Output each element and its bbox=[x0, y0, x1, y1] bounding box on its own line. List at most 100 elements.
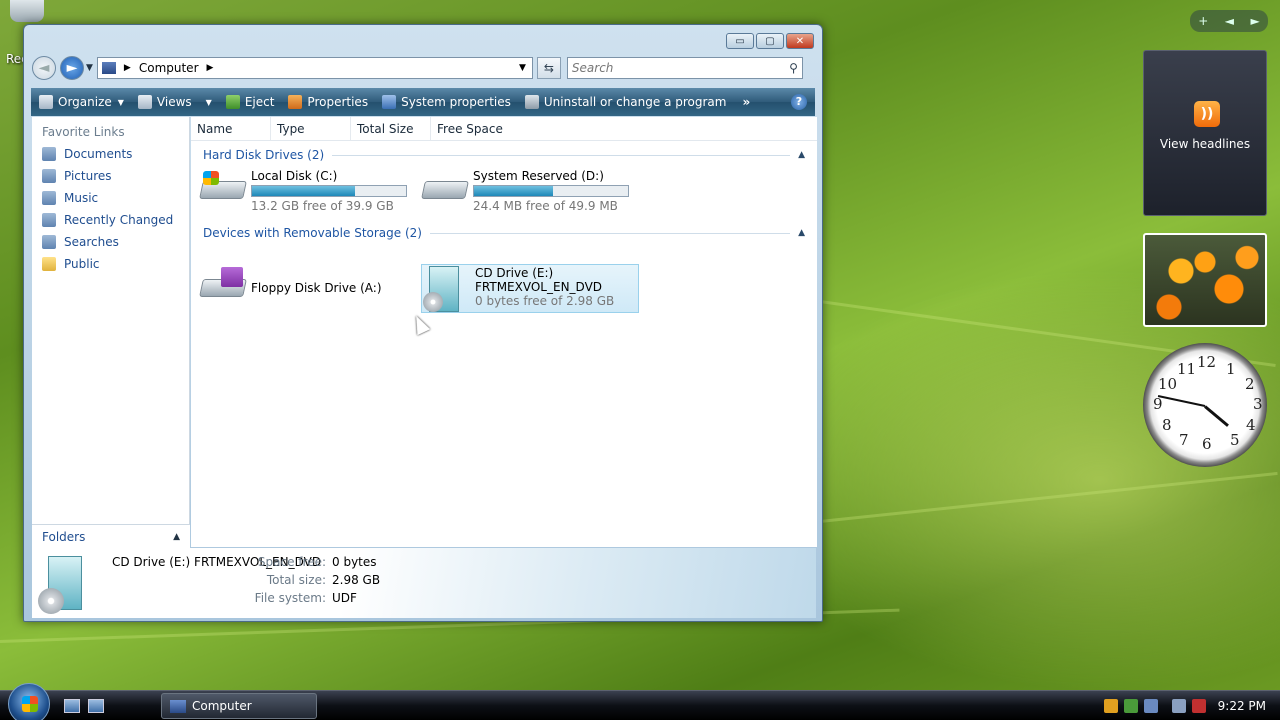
update-icon[interactable] bbox=[1123, 699, 1138, 713]
column-header-type[interactable]: Type bbox=[271, 117, 351, 140]
tray-app-icon[interactable] bbox=[1143, 699, 1158, 713]
group-header-hard-disks[interactable]: Hard Disk Drives (2) ▲ bbox=[203, 145, 805, 165]
sidebar-item-music[interactable]: Music bbox=[32, 187, 189, 209]
recently-changed-icon bbox=[42, 213, 56, 227]
group-header-removable[interactable]: Devices with Removable Storage (2) ▲ bbox=[203, 223, 805, 243]
column-header-total-size[interactable]: Total Size bbox=[351, 117, 431, 140]
recycle-bin-icon bbox=[10, 0, 44, 22]
sidebar-item-searches[interactable]: Searches bbox=[32, 231, 189, 253]
breadcrumb-arrow-icon[interactable]: ▶ bbox=[207, 63, 214, 73]
clock-gadget[interactable]: 12 1 2 3 4 5 6 7 8 9 10 11 bbox=[1143, 343, 1267, 467]
file-list: Name Type Total Size Free Space Hard Dis… bbox=[191, 117, 817, 547]
properties-button[interactable]: Properties bbox=[288, 95, 368, 109]
start-button[interactable] bbox=[8, 683, 50, 720]
column-header-free-space[interactable]: Free Space bbox=[431, 117, 511, 140]
recent-pages-dropdown[interactable]: ▼ bbox=[86, 63, 93, 73]
eject-icon bbox=[225, 95, 240, 109]
eject-button[interactable]: Eject bbox=[225, 95, 275, 109]
previous-gadget-page-button[interactable]: ◄ bbox=[1225, 14, 1234, 28]
help-icon[interactable]: ? bbox=[791, 94, 807, 110]
maximize-button[interactable]: ▢ bbox=[756, 33, 784, 49]
next-gadget-page-button[interactable]: ► bbox=[1251, 14, 1260, 28]
taskbar-button-computer[interactable]: Computer bbox=[161, 693, 317, 719]
chevron-up-icon: ▲ bbox=[173, 531, 180, 542]
sidebar-item-label: Recently Changed bbox=[64, 213, 174, 227]
volume-muted-icon[interactable] bbox=[1191, 699, 1206, 713]
drive-label: FRTMEXVOL_EN_DVD bbox=[475, 280, 603, 294]
clock-time[interactable]: 9:22 PM bbox=[1218, 699, 1266, 713]
minimize-button[interactable]: ▭ bbox=[726, 33, 754, 49]
collapse-icon[interactable]: ▲ bbox=[798, 150, 805, 160]
system-properties-button[interactable]: System properties bbox=[382, 95, 511, 109]
details-key: File system: bbox=[254, 591, 326, 605]
back-button[interactable]: ◄ bbox=[32, 56, 56, 80]
drive-name: CD Drive (E:) bbox=[475, 266, 554, 280]
clock-numeral: 5 bbox=[1230, 431, 1240, 449]
drive-name: Local Disk (C:) bbox=[251, 169, 338, 183]
sidebar-item-recently-changed[interactable]: Recently Changed bbox=[32, 209, 189, 231]
views-button[interactable]: Views ▼ bbox=[137, 95, 212, 109]
search-icon[interactable]: ⚲ bbox=[789, 61, 798, 75]
slideshow-gadget[interactable] bbox=[1143, 233, 1267, 327]
clock-numeral: 1 bbox=[1226, 360, 1236, 378]
taskbar: Computer 9:22 PM bbox=[0, 683, 1280, 720]
properties-icon bbox=[288, 95, 303, 109]
chevron-down-icon: ▼ bbox=[205, 97, 212, 107]
details-key: Space free: bbox=[257, 555, 326, 569]
taskbar-button-label: Computer bbox=[192, 699, 252, 713]
sidebar-item-label: Music bbox=[64, 191, 99, 205]
pictures-icon bbox=[42, 169, 56, 183]
drive-name: System Reserved (D:) bbox=[473, 169, 604, 183]
group-label: Hard Disk Drives (2) bbox=[203, 148, 325, 162]
security-shield-icon[interactable] bbox=[1103, 699, 1118, 713]
clock-numeral: 6 bbox=[1202, 435, 1212, 453]
breadcrumb-computer[interactable]: Computer bbox=[139, 61, 199, 75]
address-bar[interactable]: ▶ Computer ▶ ▼ bbox=[96, 57, 533, 79]
details-file-system: File system: UDF bbox=[246, 591, 357, 605]
usage-bar bbox=[473, 185, 629, 197]
details-value: 0 bytes bbox=[332, 555, 377, 569]
sidebar-item-pictures[interactable]: Pictures bbox=[32, 165, 189, 187]
drive-d[interactable]: System Reserved (D:) 24.4 MB free of 49.… bbox=[421, 169, 629, 213]
notification-area: 9:22 PM bbox=[1103, 691, 1280, 720]
eject-label: Eject bbox=[244, 95, 275, 109]
organize-button[interactable]: Organize ▼ bbox=[39, 95, 124, 109]
uninstall-icon bbox=[524, 95, 539, 109]
details-value: 2.98 GB bbox=[332, 573, 381, 587]
column-header-name[interactable]: Name bbox=[191, 117, 271, 140]
drive-a[interactable]: Floppy Disk Drive (A:) bbox=[199, 267, 382, 303]
breadcrumb-arrow-icon[interactable]: ▶ bbox=[124, 63, 131, 73]
drive-free-space: 13.2 GB free of 39.9 GB bbox=[251, 199, 394, 213]
clock-numeral: 11 bbox=[1177, 360, 1197, 378]
sidebar-item-documents[interactable]: Documents bbox=[32, 143, 189, 165]
search-input[interactable]: Search ⚲ bbox=[566, 57, 803, 79]
forward-button[interactable]: ► bbox=[60, 56, 84, 80]
switch-windows-icon[interactable] bbox=[88, 699, 104, 713]
show-desktop-icon[interactable] bbox=[64, 699, 80, 713]
address-dropdown-icon[interactable]: ▼ bbox=[513, 63, 532, 73]
search-placeholder: Search bbox=[571, 61, 614, 75]
sidebar-item-public[interactable]: Public bbox=[32, 253, 189, 275]
folders-toggle[interactable]: Folders ▲ bbox=[32, 524, 190, 548]
add-gadget-button[interactable]: + bbox=[1198, 14, 1208, 28]
collapse-icon[interactable]: ▲ bbox=[798, 228, 805, 238]
drive-e[interactable]: CD Drive (E:) FRTMEXVOL_EN_DVD 0 bytes f… bbox=[421, 264, 639, 313]
refresh-button[interactable]: ⇆ bbox=[536, 57, 561, 79]
command-bar: Organize ▼ Views ▼ Eject Properties Syst… bbox=[31, 88, 815, 116]
close-button[interactable]: ✕ bbox=[786, 33, 814, 49]
organize-label: Organize bbox=[58, 95, 112, 109]
group-label: Devices with Removable Storage (2) bbox=[203, 226, 422, 240]
more-commands-button[interactable]: » bbox=[742, 95, 750, 109]
organize-icon bbox=[39, 95, 53, 109]
clock-numeral: 8 bbox=[1162, 416, 1172, 434]
rss-icon: )) bbox=[1194, 101, 1220, 127]
drive-free-space: 0 bytes free of 2.98 GB bbox=[475, 294, 615, 308]
navigation-bar: ◄ ► ▼ ▶ Computer ▶ ▼ ⇆ Search ⚲ bbox=[32, 55, 816, 81]
uninstall-program-button[interactable]: Uninstall or change a program bbox=[524, 95, 726, 109]
network-icon[interactable] bbox=[1171, 699, 1186, 713]
feed-headlines-gadget[interactable]: )) View headlines bbox=[1143, 50, 1267, 216]
view-headlines-link[interactable]: View headlines bbox=[1144, 137, 1266, 151]
drive-c[interactable]: Local Disk (C:) 13.2 GB free of 39.9 GB bbox=[199, 169, 407, 213]
details-space-free: Space free: 0 bytes bbox=[246, 555, 377, 569]
floppy-drive-icon bbox=[199, 267, 247, 303]
